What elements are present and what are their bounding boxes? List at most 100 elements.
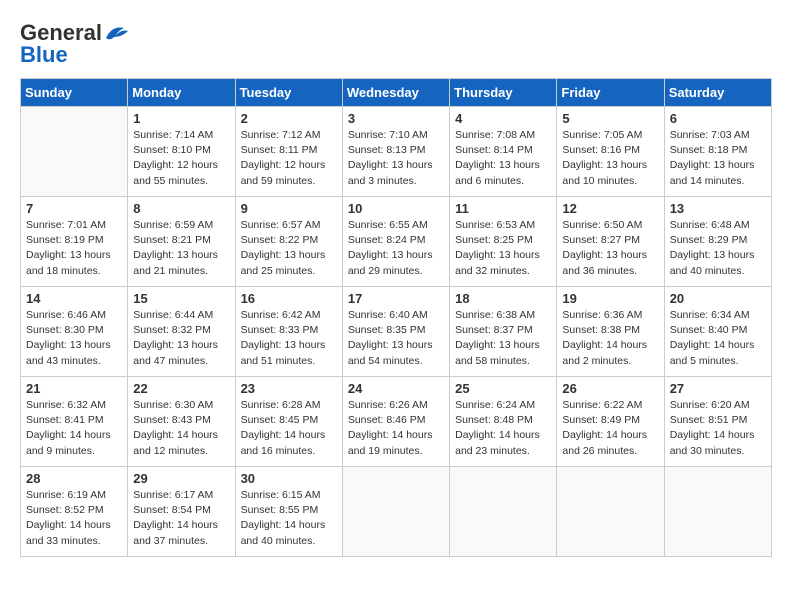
day-info: Sunrise: 6:48 AM Sunset: 8:29 PM Dayligh…	[670, 218, 766, 279]
day-info: Sunrise: 6:15 AM Sunset: 8:55 PM Dayligh…	[241, 488, 337, 549]
calendar-cell	[557, 467, 664, 557]
calendar-cell: 14Sunrise: 6:46 AM Sunset: 8:30 PM Dayli…	[21, 287, 128, 377]
column-header-monday: Monday	[128, 79, 235, 107]
day-number: 20	[670, 291, 766, 306]
calendar-cell: 7 Sunrise: 7:01 AM Sunset: 8:19 PM Daylig…	[21, 197, 128, 287]
day-number: 11	[455, 201, 551, 216]
calendar-cell	[21, 107, 128, 197]
day-number: 22	[133, 381, 229, 396]
calendar-cell: 19 Sunrise: 6:36 AM Sunset: 8:38 PM Dayli…	[557, 287, 664, 377]
day-number: 29	[133, 471, 229, 486]
column-header-saturday: Saturday	[664, 79, 771, 107]
day-info: Sunrise: 6:30 AM Sunset: 8:43 PM Dayligh…	[133, 398, 229, 459]
day-number: 28	[26, 471, 122, 486]
calendar-cell: 13 Sunrise: 6:48 AM Sunset: 8:29 PM Dayli…	[664, 197, 771, 287]
calendar-cell	[450, 467, 557, 557]
calendar-cell: 30Sunrise: 6:15 AM Sunset: 8:55 PM Dayli…	[235, 467, 342, 557]
calendar-cell: 20 Sunrise: 6:34 AM Sunset: 8:40 PM Dayli…	[664, 287, 771, 377]
day-number: 8	[133, 201, 229, 216]
day-number: 6	[670, 111, 766, 126]
calendar-cell: 15 Sunrise: 6:44 AM Sunset: 8:32 PM Dayli…	[128, 287, 235, 377]
column-header-friday: Friday	[557, 79, 664, 107]
day-info: Sunrise: 6:57 AM Sunset: 8:22 PM Dayligh…	[241, 218, 337, 279]
day-info: Sunrise: 6:32 AM Sunset: 8:41 PM Dayligh…	[26, 398, 122, 459]
day-number: 25	[455, 381, 551, 396]
day-number: 23	[241, 381, 337, 396]
calendar-cell: 11 Sunrise: 6:53 AM Sunset: 8:25 PM Dayli…	[450, 197, 557, 287]
calendar-cell: 3 Sunrise: 7:10 AM Sunset: 8:13 PM Daylig…	[342, 107, 449, 197]
day-info: Sunrise: 6:59 AM Sunset: 8:21 PM Dayligh…	[133, 218, 229, 279]
day-info: Sunrise: 7:01 AM Sunset: 8:19 PM Dayligh…	[26, 218, 122, 279]
day-number: 4	[455, 111, 551, 126]
calendar-cell: 10 Sunrise: 6:55 AM Sunset: 8:24 PM Dayli…	[342, 197, 449, 287]
day-info: Sunrise: 7:08 AM Sunset: 8:14 PM Dayligh…	[455, 128, 551, 189]
day-info: Sunrise: 7:05 AM Sunset: 8:16 PM Dayligh…	[562, 128, 658, 189]
day-info: Sunrise: 6:28 AM Sunset: 8:45 PM Dayligh…	[241, 398, 337, 459]
calendar-cell: 21 Sunrise: 6:32 AM Sunset: 8:41 PM Dayli…	[21, 377, 128, 467]
day-number: 13	[670, 201, 766, 216]
day-info: Sunrise: 6:55 AM Sunset: 8:24 PM Dayligh…	[348, 218, 444, 279]
column-header-thursday: Thursday	[450, 79, 557, 107]
logo: General Blue	[20, 20, 130, 68]
calendar-cell: 17Sunrise: 6:40 AM Sunset: 8:35 PM Dayli…	[342, 287, 449, 377]
day-info: Sunrise: 7:10 AM Sunset: 8:13 PM Dayligh…	[348, 128, 444, 189]
day-info: Sunrise: 6:40 AM Sunset: 8:35 PM Dayligh…	[348, 308, 444, 369]
day-number: 12	[562, 201, 658, 216]
column-header-tuesday: Tuesday	[235, 79, 342, 107]
day-info: Sunrise: 6:42 AM Sunset: 8:33 PM Dayligh…	[241, 308, 337, 369]
day-info: Sunrise: 6:24 AM Sunset: 8:48 PM Dayligh…	[455, 398, 551, 459]
day-info: Sunrise: 6:22 AM Sunset: 8:49 PM Dayligh…	[562, 398, 658, 459]
day-number: 21	[26, 381, 122, 396]
calendar-cell: 22 Sunrise: 6:30 AM Sunset: 8:43 PM Dayli…	[128, 377, 235, 467]
day-info: Sunrise: 6:38 AM Sunset: 8:37 PM Dayligh…	[455, 308, 551, 369]
calendar-cell: 4 Sunrise: 7:08 AM Sunset: 8:14 PM Daylig…	[450, 107, 557, 197]
calendar-cell: 16 Sunrise: 6:42 AM Sunset: 8:33 PM Dayli…	[235, 287, 342, 377]
logo-blue: Blue	[20, 42, 68, 68]
day-number: 10	[348, 201, 444, 216]
day-number: 1	[133, 111, 229, 126]
day-number: 27	[670, 381, 766, 396]
day-number: 16	[241, 291, 337, 306]
day-number: 7	[26, 201, 122, 216]
day-info: Sunrise: 7:14 AM Sunset: 8:10 PM Dayligh…	[133, 128, 229, 189]
column-header-sunday: Sunday	[21, 79, 128, 107]
calendar-cell: 23 Sunrise: 6:28 AM Sunset: 8:45 PM Dayli…	[235, 377, 342, 467]
day-info: Sunrise: 6:50 AM Sunset: 8:27 PM Dayligh…	[562, 218, 658, 279]
day-info: Sunrise: 6:44 AM Sunset: 8:32 PM Dayligh…	[133, 308, 229, 369]
day-info: Sunrise: 6:17 AM Sunset: 8:54 PM Dayligh…	[133, 488, 229, 549]
calendar-cell: 29 Sunrise: 6:17 AM Sunset: 8:54 PM Dayli…	[128, 467, 235, 557]
calendar-cell: 28 Sunrise: 6:19 AM Sunset: 8:52 PM Dayli…	[21, 467, 128, 557]
calendar-cell: 12 Sunrise: 6:50 AM Sunset: 8:27 PM Dayli…	[557, 197, 664, 287]
day-info: Sunrise: 6:36 AM Sunset: 8:38 PM Dayligh…	[562, 308, 658, 369]
calendar-cell	[342, 467, 449, 557]
day-number: 3	[348, 111, 444, 126]
calendar-cell: 25 Sunrise: 6:24 AM Sunset: 8:48 PM Dayli…	[450, 377, 557, 467]
day-number: 26	[562, 381, 658, 396]
calendar-cell: 27 Sunrise: 6:20 AM Sunset: 8:51 PM Dayli…	[664, 377, 771, 467]
day-number: 18	[455, 291, 551, 306]
calendar-cell	[664, 467, 771, 557]
calendar-cell: 1 Sunrise: 7:14 AM Sunset: 8:10 PM Daylig…	[128, 107, 235, 197]
calendar-cell: 9 Sunrise: 6:57 AM Sunset: 8:22 PM Daylig…	[235, 197, 342, 287]
day-number: 19	[562, 291, 658, 306]
calendar-cell: 26 Sunrise: 6:22 AM Sunset: 8:49 PM Dayli…	[557, 377, 664, 467]
day-number: 24	[348, 381, 444, 396]
day-info: Sunrise: 6:26 AM Sunset: 8:46 PM Dayligh…	[348, 398, 444, 459]
day-info: Sunrise: 6:19 AM Sunset: 8:52 PM Dayligh…	[26, 488, 122, 549]
calendar-cell: 8 Sunrise: 6:59 AM Sunset: 8:21 PM Daylig…	[128, 197, 235, 287]
day-info: Sunrise: 6:46 AM Sunset: 8:30 PM Dayligh…	[26, 308, 122, 369]
day-info: Sunrise: 6:20 AM Sunset: 8:51 PM Dayligh…	[670, 398, 766, 459]
day-info: Sunrise: 7:12 AM Sunset: 8:11 PM Dayligh…	[241, 128, 337, 189]
day-number: 9	[241, 201, 337, 216]
day-info: Sunrise: 6:53 AM Sunset: 8:25 PM Dayligh…	[455, 218, 551, 279]
day-number: 5	[562, 111, 658, 126]
day-number: 15	[133, 291, 229, 306]
day-info: Sunrise: 7:03 AM Sunset: 8:18 PM Dayligh…	[670, 128, 766, 189]
column-header-wednesday: Wednesday	[342, 79, 449, 107]
calendar-cell: 24 Sunrise: 6:26 AM Sunset: 8:46 PM Dayli…	[342, 377, 449, 467]
calendar-cell: 18 Sunrise: 6:38 AM Sunset: 8:37 PM Dayli…	[450, 287, 557, 377]
day-info: Sunrise: 6:34 AM Sunset: 8:40 PM Dayligh…	[670, 308, 766, 369]
day-number: 2	[241, 111, 337, 126]
calendar-cell: 2 Sunrise: 7:12 AM Sunset: 8:11 PM Daylig…	[235, 107, 342, 197]
calendar-cell: 5 Sunrise: 7:05 AM Sunset: 8:16 PM Daylig…	[557, 107, 664, 197]
